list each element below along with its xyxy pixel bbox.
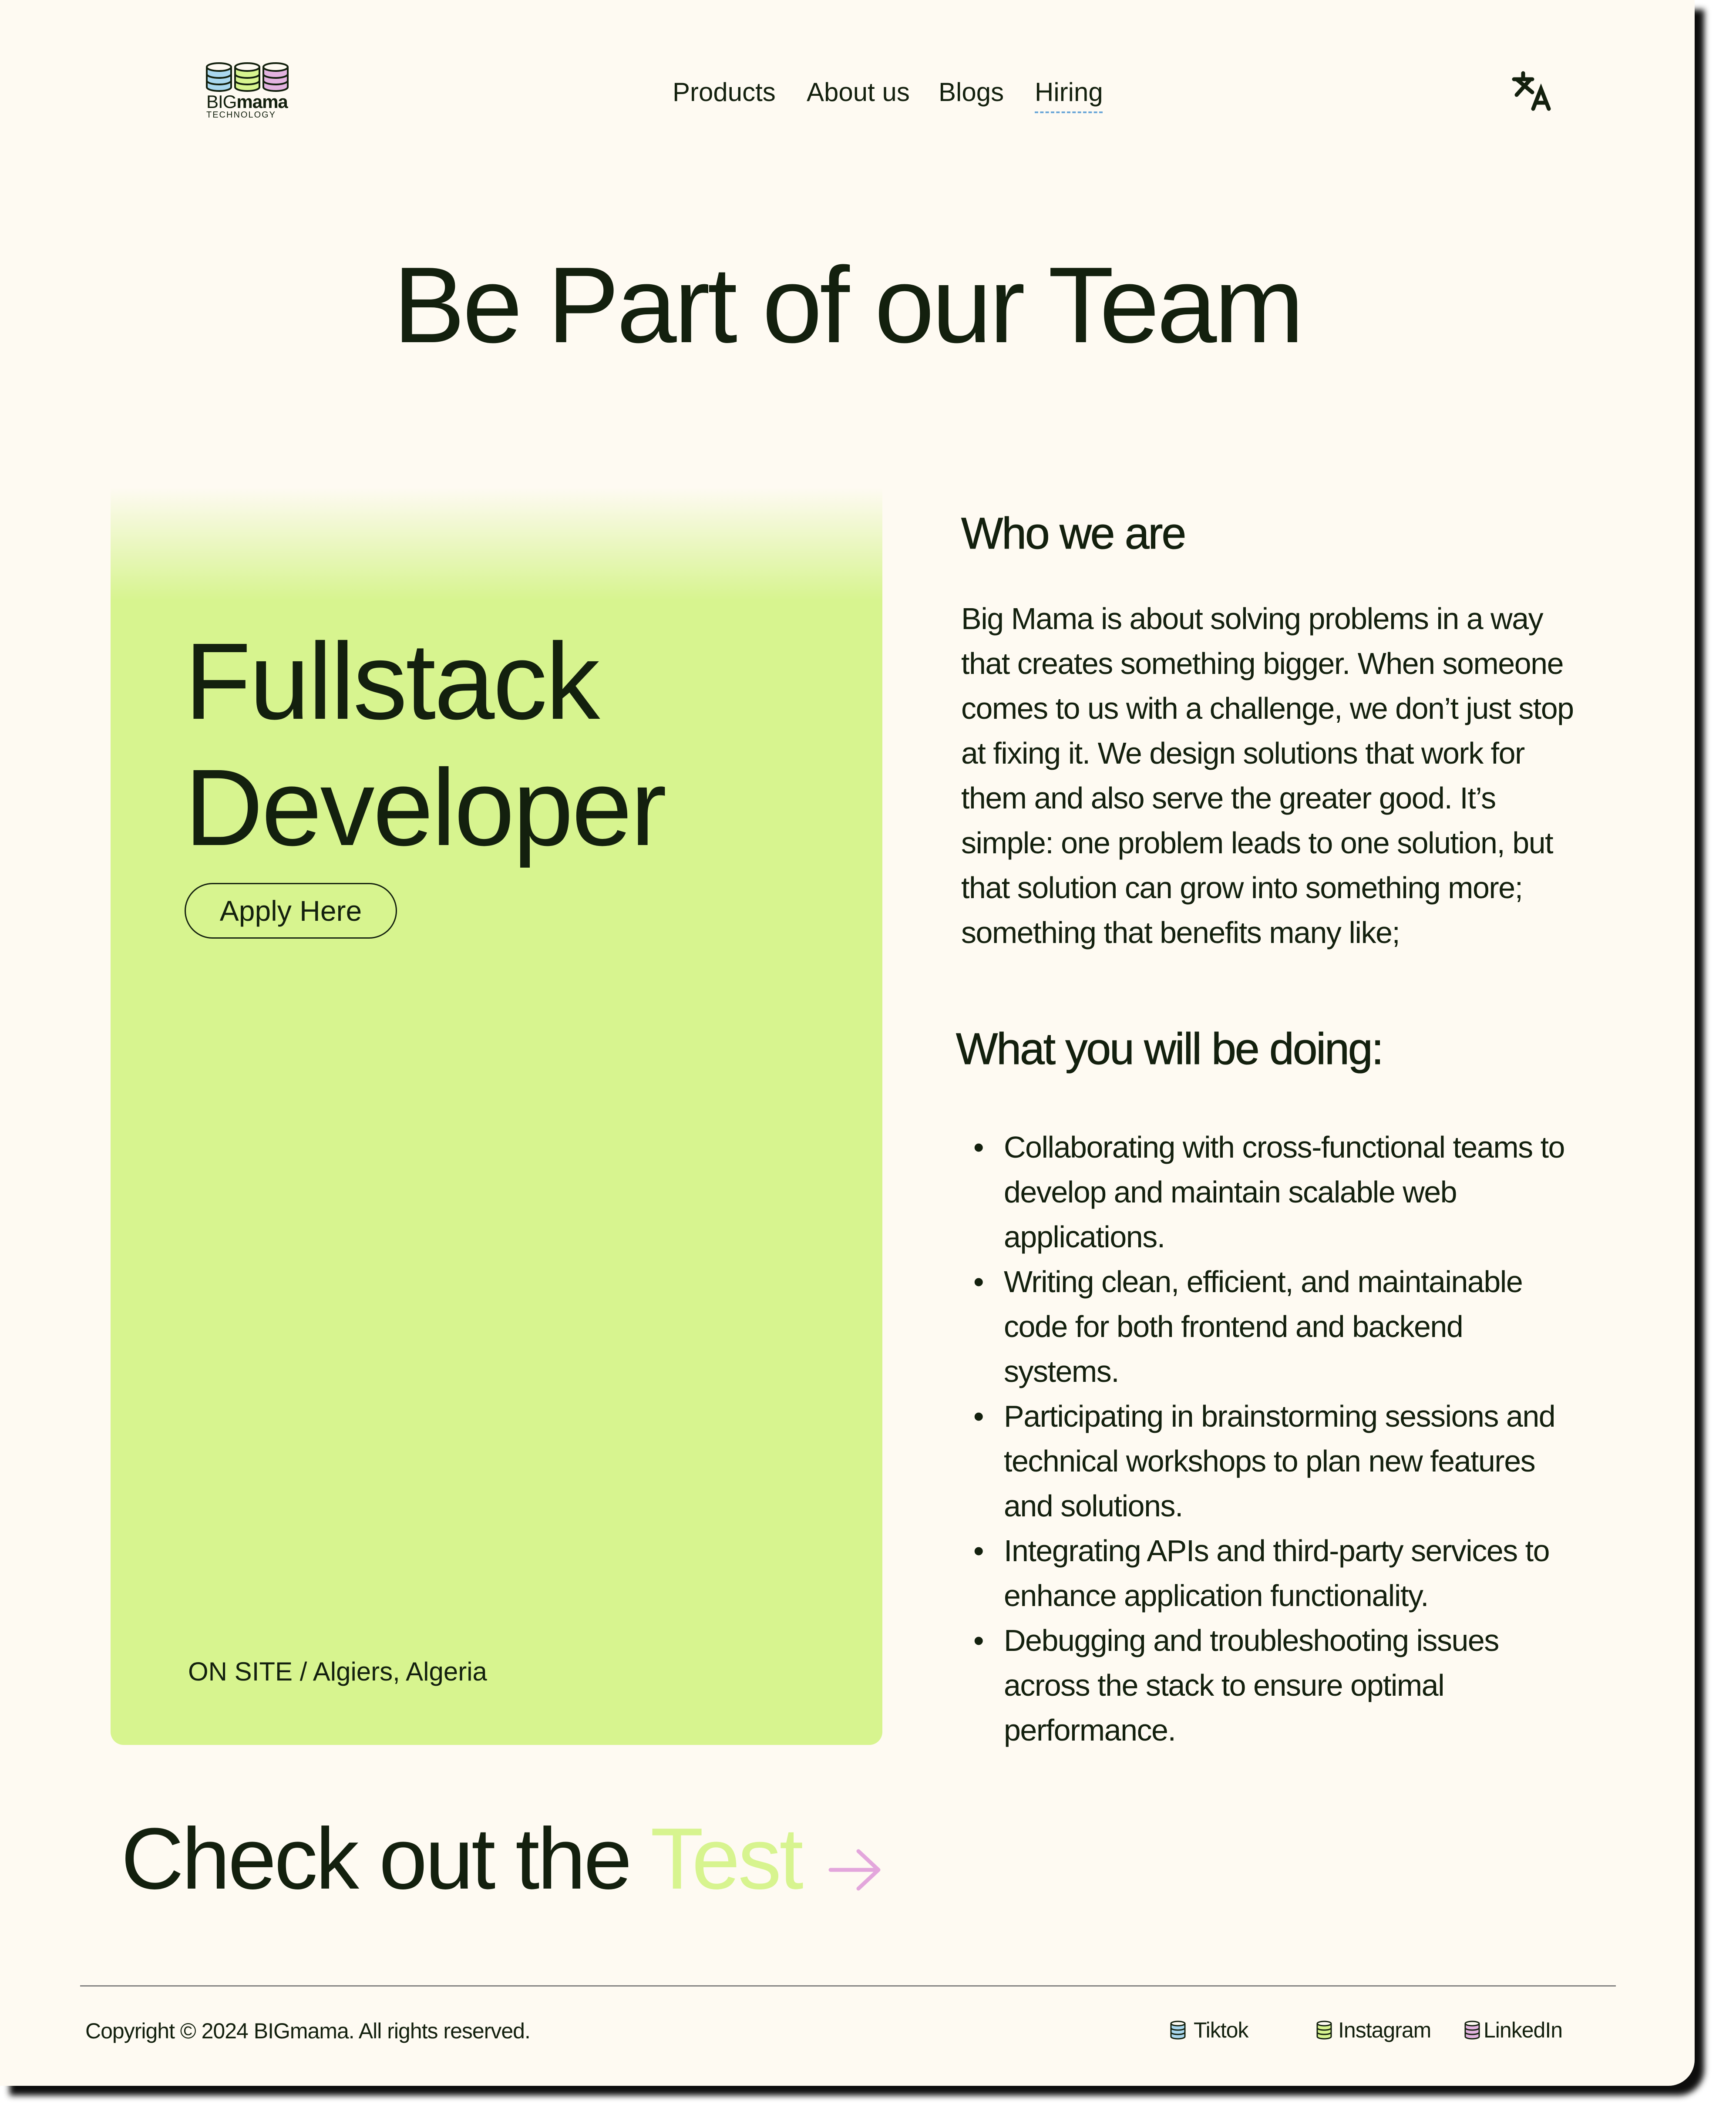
check-out-test-link[interactable]: Check out the Test xyxy=(121,1810,804,1907)
database-green-icon xyxy=(1316,2021,1332,2040)
list-item-line: Integrating APIs and third-party service… xyxy=(1004,1534,1550,1568)
hiring-page: BIGmama TECHNOLOGY Products About us Blo… xyxy=(0,0,1695,2086)
arrow-right-icon[interactable] xyxy=(827,1846,884,1894)
about-line: Big Mama is about solving problems in a … xyxy=(961,602,1544,636)
list-item: Writing clean, efficient, and maintainab… xyxy=(961,1260,1605,1394)
list-item: Integrating APIs and third-party service… xyxy=(961,1529,1605,1618)
nav-about-us[interactable]: About us xyxy=(807,75,910,110)
apply-here-button[interactable]: Apply Here xyxy=(185,883,397,939)
social-label: Tiktok xyxy=(1194,2018,1248,2042)
nav-blogs[interactable]: Blogs xyxy=(939,75,1004,110)
list-item-line: enhance application functionality. xyxy=(1004,1579,1429,1613)
about-line: something that benefits many like; xyxy=(961,916,1400,950)
job-title-line1: Fullstack xyxy=(185,620,600,742)
job-title-line2: Developer xyxy=(185,747,667,868)
social-label: LinkedIn xyxy=(1484,2018,1563,2042)
duties-list: Collaborating with cross-functional team… xyxy=(961,1125,1605,1753)
main-nav: Products About us Blogs Hiring xyxy=(0,75,1695,110)
about-line: that creates something bigger. When some… xyxy=(961,647,1564,680)
social-label: Instagram xyxy=(1338,2018,1431,2042)
list-item-line: systems. xyxy=(1004,1354,1120,1388)
about-line: that solution can grow into something mo… xyxy=(961,871,1523,905)
list-item: Debugging and troubleshooting issues acr… xyxy=(961,1618,1605,1753)
list-item-line: applications. xyxy=(1004,1220,1165,1254)
list-item-line: across the stack to ensure optimal xyxy=(1004,1668,1445,1702)
list-item-line: Writing clean, efficient, and maintainab… xyxy=(1004,1265,1523,1299)
database-blue-icon xyxy=(1170,2021,1186,2040)
about-line: them and also serve the greater good. It… xyxy=(961,781,1496,815)
footer-divider xyxy=(80,1985,1616,1987)
list-item-line: performance. xyxy=(1004,1713,1176,1747)
list-item: Participating in brainstorming sessions … xyxy=(961,1394,1605,1529)
list-item: Collaborating with cross-functional team… xyxy=(961,1125,1605,1260)
cta-highlight: Test xyxy=(650,1810,804,1907)
job-details: Who we are Big Mama is about solving pro… xyxy=(956,505,1605,1753)
list-item-line: Debugging and troubleshooting issues xyxy=(1004,1623,1499,1657)
job-title: Fullstack Developer xyxy=(185,618,667,871)
list-item-line: code for both frontend and backend xyxy=(1004,1310,1463,1344)
translate-icon[interactable] xyxy=(1511,70,1554,113)
about-line: at fixing it. We design solutions that w… xyxy=(961,736,1525,770)
who-we-are-text: Big Mama is about solving problems in a … xyxy=(961,596,1605,955)
what-you-will-be-doing-heading: What you will be doing: xyxy=(956,1024,1384,1074)
who-we-are-heading: Who we are xyxy=(961,509,1187,559)
about-line: simple: one problem leads to one solutio… xyxy=(961,826,1554,860)
list-item-line: technical workshops to plan new features xyxy=(1004,1444,1536,1478)
nav-products[interactable]: Products xyxy=(673,75,776,110)
list-item-line: Participating in brainstorming sessions … xyxy=(1004,1399,1556,1433)
logo-subtitle: TECHNOLOGY xyxy=(206,110,276,120)
nav-hiring[interactable]: Hiring xyxy=(1035,75,1103,110)
about-line: comes to us with a challenge, we don’t j… xyxy=(961,691,1574,725)
cta-text: Check out the xyxy=(121,1810,651,1907)
list-item-line: develop and maintain scalable web xyxy=(1004,1175,1457,1209)
list-item-line: Collaborating with cross-functional team… xyxy=(1004,1130,1565,1164)
job-location: ON SITE / Algiers, Algeria xyxy=(188,1657,487,1686)
job-card: Fullstack Developer Apply Here ON SITE /… xyxy=(111,488,882,1745)
database-pink-icon xyxy=(1464,2021,1480,2040)
page-title: Be Part of our Team xyxy=(393,244,1304,365)
list-item-line: and solutions. xyxy=(1004,1489,1183,1523)
copyright-text: Copyright © 2024 BIGmama. All rights res… xyxy=(85,2019,531,2043)
